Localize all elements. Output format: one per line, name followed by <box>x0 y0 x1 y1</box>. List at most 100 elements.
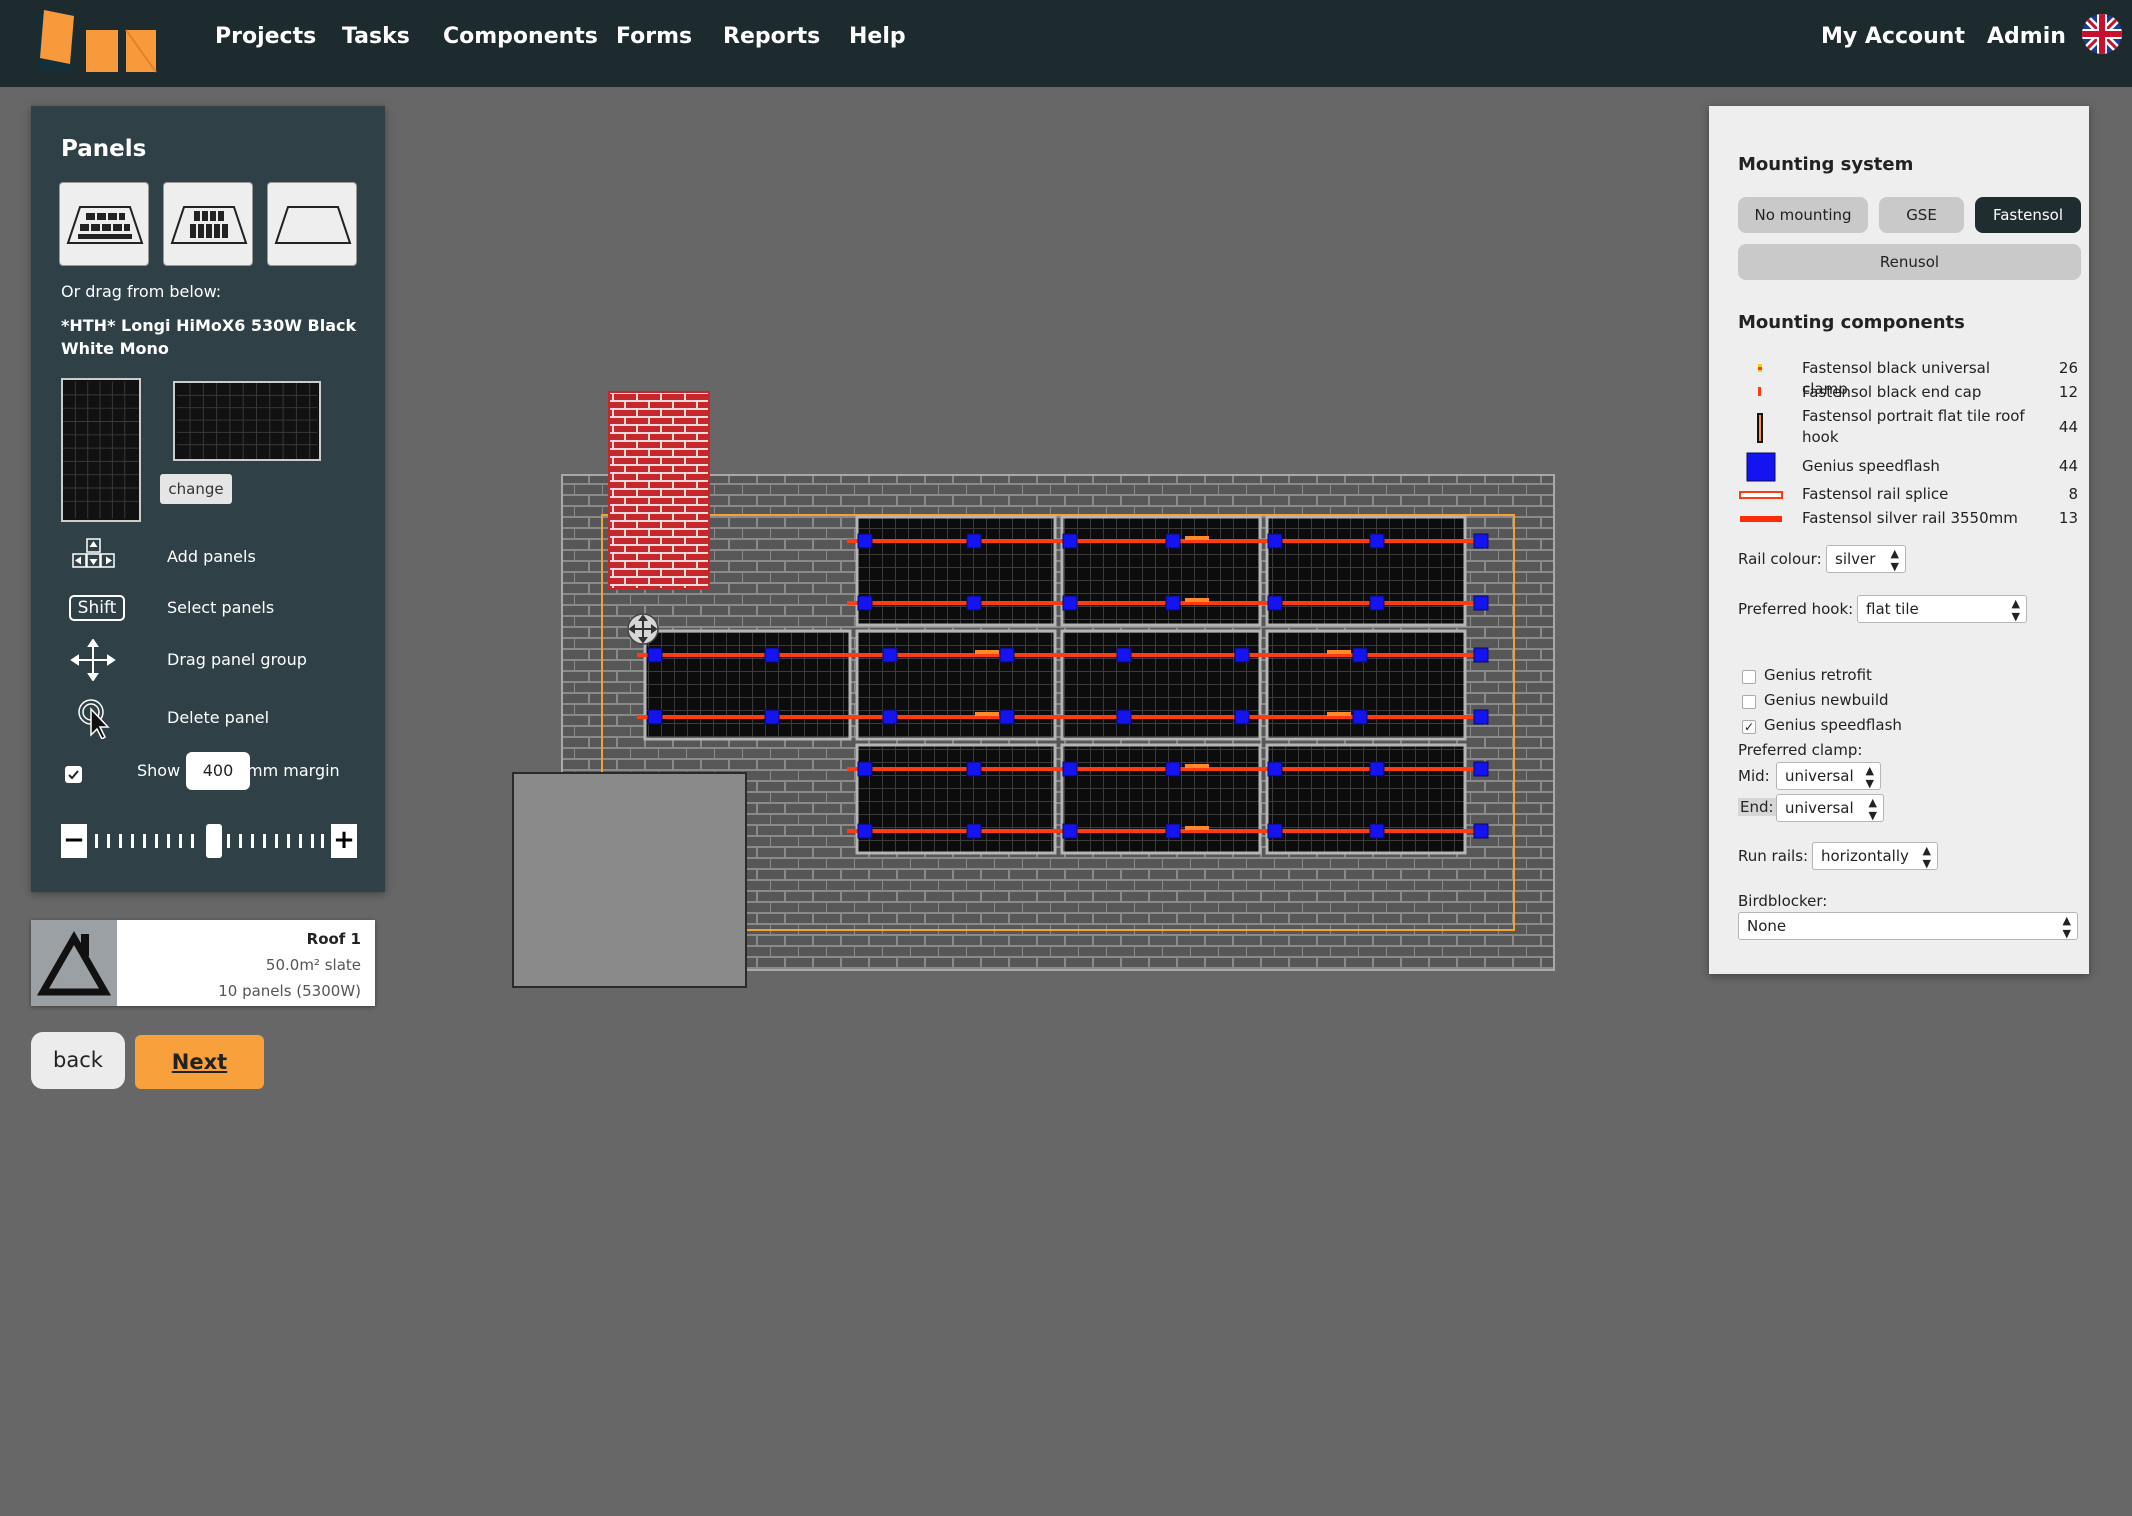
end-clamp-select[interactable]: universal ▲ ▼ <box>1776 794 1884 822</box>
nav-admin[interactable]: Admin <box>1987 20 2066 54</box>
rail-splice-icon <box>1739 491 1783 499</box>
birdblocker-select[interactable]: None ▲ ▼ <box>1738 912 2078 940</box>
help-select-panels: Shift Select panels <box>61 587 371 629</box>
run-rails-value: horizontally <box>1821 847 1909 865</box>
mounting-renusol-button[interactable]: Renusol <box>1738 244 2081 280</box>
nav-components[interactable]: Components <box>443 20 598 54</box>
universal-clamp-icon <box>1758 364 1762 372</box>
run-rails-select[interactable]: horizontally ▲ ▼ <box>1812 842 1938 870</box>
roof-layout-canvas[interactable] <box>505 385 1565 995</box>
preferred-hook-select[interactable]: flat tile ▲ ▼ <box>1857 595 2027 623</box>
panel-model-name: *HTH* Longi HiMoX6 530W Black White Mono <box>61 316 357 358</box>
solar-panel[interactable] <box>1265 515 1467 627</box>
arrow-keys-icon <box>72 538 115 568</box>
genius-speedflash-checkbox[interactable]: ✓ <box>1742 720 1756 734</box>
mounting-fastensol-button[interactable]: Fastensol <box>1975 197 2081 233</box>
zoom-in-button[interactable]: + <box>331 824 357 858</box>
solar-panel[interactable] <box>1060 629 1262 741</box>
select-arrows-icon: ▲ ▼ <box>2062 914 2071 940</box>
change-panel-button[interactable]: change <box>160 474 232 504</box>
component-qty: 26 <box>2058 359 2078 377</box>
margin-checkbox[interactable] <box>65 766 82 783</box>
roof-panel-count: 10 panels (5300W) <box>218 982 361 1000</box>
solar-panel[interactable] <box>643 629 852 741</box>
speedflash-icon <box>1746 452 1776 482</box>
mid-clamp-select[interactable]: universal ▲ ▼ <box>1776 762 1881 790</box>
birdblocker-label: Birdblocker: <box>1738 892 1828 910</box>
genius-newbuild-checkbox[interactable] <box>1742 695 1756 709</box>
component-name: Genius speedflash <box>1802 457 1940 475</box>
select-arrows-icon: ▲ ▼ <box>1890 547 1899 573</box>
back-button[interactable]: back <box>31 1032 125 1089</box>
component-qty: 13 <box>2058 509 2078 527</box>
zoom-out-button[interactable]: − <box>61 824 87 858</box>
component-row: Fastensol black universal clamp 26 <box>1738 358 2078 398</box>
rail-colour-label: Rail colour: <box>1738 550 1822 568</box>
component-row: Genius speedflash 44 <box>1738 452 2078 482</box>
pointer-click-icon <box>78 699 110 739</box>
shift-key-icon: Shift <box>69 595 125 621</box>
next-button-label: Next <box>171 1050 228 1074</box>
checkmark-icon <box>68 770 79 780</box>
component-qty: 12 <box>2058 383 2078 401</box>
genius-speedflash-label: Genius speedflash <box>1764 716 1902 734</box>
end-clamp-label: End: <box>1738 798 1776 816</box>
component-name: Fastensol silver rail 3550mm <box>1802 509 2018 527</box>
brand-logo[interactable] <box>34 8 159 74</box>
next-button[interactable]: Next <box>135 1035 264 1089</box>
birdblocker-value: None <box>1747 917 1787 935</box>
solar-panel[interactable] <box>1060 515 1262 627</box>
landscape-panels-icon <box>66 206 144 244</box>
nav-forms[interactable]: Forms <box>616 20 692 54</box>
zoom-slider-thumb[interactable] <box>206 824 222 858</box>
solar-panel[interactable] <box>855 743 1057 855</box>
mounting-components-heading: Mounting components <box>1738 312 1965 333</box>
roof-obstacle[interactable] <box>512 772 747 988</box>
end-clamp-value: universal <box>1785 799 1854 817</box>
layout-portrait-grid-button[interactable] <box>163 182 253 266</box>
select-arrows-icon: ▲ ▼ <box>1868 796 1877 822</box>
component-name: Fastensol black end cap <box>1802 383 1982 401</box>
component-name: Fastensol portrait flat tile roof hook <box>1802 407 2025 446</box>
component-name: Fastensol rail splice <box>1802 485 1949 503</box>
component-qty: 44 <box>2058 418 2078 436</box>
solar-panel[interactable] <box>1060 743 1262 855</box>
mounting-gse-button[interactable]: GSE <box>1879 197 1964 233</box>
mounting-no-mounting-button[interactable]: No mounting <box>1738 197 1868 233</box>
drag-hint-label: Or drag from below: <box>61 282 222 301</box>
landscape-panel-tile[interactable] <box>173 381 321 461</box>
nav-projects[interactable]: Projects <box>215 20 316 54</box>
help-add-panels: Add panels <box>61 536 371 578</box>
panels-sidebar: Panels Or drag from below: *HTH* Longi H… <box>31 106 385 892</box>
nav-reports[interactable]: Reports <box>723 20 820 54</box>
roof-card[interactable]: Roof 1 50.0m² slate 10 panels (5300W) <box>31 920 375 1006</box>
nav-tasks[interactable]: Tasks <box>342 20 410 54</box>
portrait-panel-tile[interactable] <box>61 378 141 522</box>
select-arrows-icon: ▲ ▼ <box>1865 764 1874 790</box>
top-navigation-bar: Projects Tasks Components Forms Reports … <box>0 0 2132 87</box>
chimney-obstacle[interactable] <box>608 391 710 590</box>
nav-my-account[interactable]: My Account <box>1821 20 1965 54</box>
mounting-system-heading: Mounting system <box>1738 154 1914 175</box>
genius-retrofit-checkbox[interactable] <box>1742 670 1756 684</box>
component-row: Fastensol silver rail 3550mm 13 <box>1738 508 2078 530</box>
mid-clamp-label: Mid: <box>1738 767 1770 785</box>
move-arrows-icon <box>70 639 116 681</box>
margin-input[interactable] <box>186 752 250 790</box>
empty-roof-icon <box>274 206 352 244</box>
roof-hook-icon <box>1757 413 1763 443</box>
rail-colour-select[interactable]: silver ▲ ▼ <box>1826 545 1906 573</box>
help-select-panels-label: Select panels <box>167 598 275 617</box>
margin-show-label: Show <box>137 761 181 780</box>
solar-panel[interactable] <box>855 515 1057 627</box>
help-add-panels-label: Add panels <box>167 547 256 566</box>
uk-flag-icon[interactable] <box>2082 14 2122 54</box>
drag-group-handle-icon[interactable] <box>627 613 659 645</box>
solar-panel[interactable] <box>1265 743 1467 855</box>
layout-empty-roof-button[interactable] <box>267 182 357 266</box>
run-rails-label: Run rails: <box>1738 847 1809 865</box>
help-drag-group: Drag panel group <box>61 639 371 681</box>
layout-landscape-grid-button[interactable] <box>59 182 149 266</box>
nav-help[interactable]: Help <box>849 20 906 54</box>
margin-unit-label: mm margin <box>247 761 340 780</box>
